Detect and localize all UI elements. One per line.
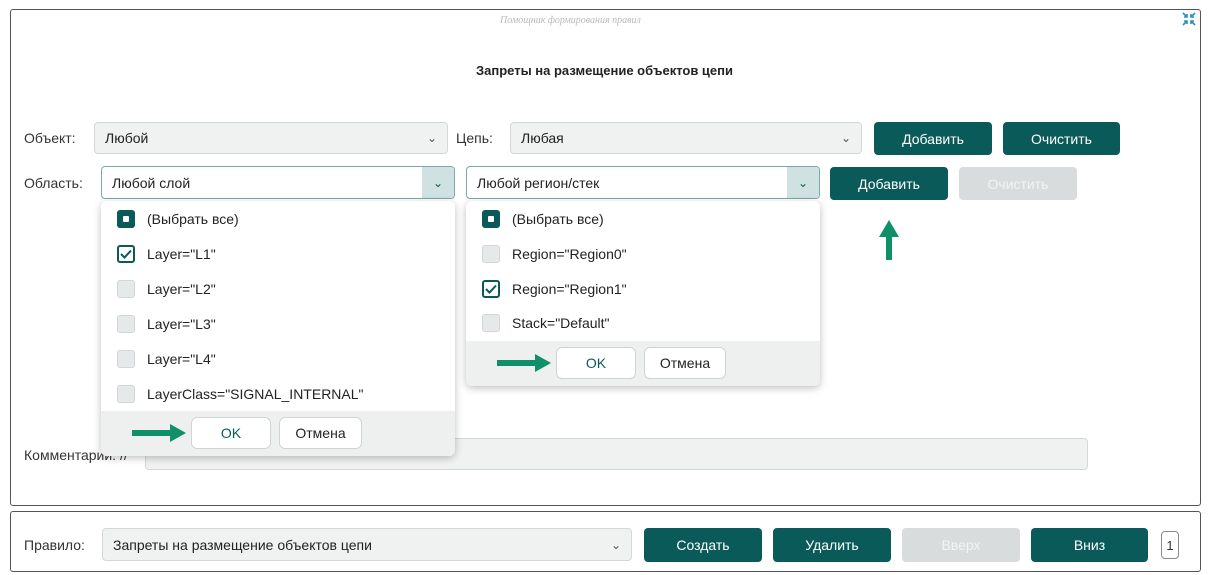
arrow-right-icon [132,424,186,442]
checkbox[interactable] [117,385,135,403]
net-select[interactable]: Любая ⌄ [510,122,862,154]
rule-select-value: Запреты на размещение объектов цепи [113,536,372,553]
object-label: Объект: [24,130,76,146]
area-label: Область: [24,175,83,191]
object-select-value: Любой [105,130,149,146]
region-select-value: Любой регион/стек [477,174,600,191]
checkbox[interactable] [117,350,135,368]
down-button[interactable]: Вниз [1031,528,1148,562]
chevron-down-icon: ⌄ [610,537,621,552]
chevron-down-icon: ⌄ [787,167,819,198]
layer-dropdown: (Выбрать все) Layer="L1" Layer="L2" Laye… [101,201,455,456]
clear-object-button[interactable]: Очистить [1003,122,1120,155]
checkbox-checked[interactable] [482,280,500,298]
arrow-up-icon [879,220,899,260]
object-select[interactable]: Любой ⌄ [94,122,448,154]
checkbox-checked[interactable] [117,245,135,263]
list-item[interactable]: Layer="L3" [101,307,455,341]
form-title: Запреты на размещение объектов цепи [475,63,734,78]
ok-button[interactable]: OK [556,347,636,379]
rule-label: Правило: [24,537,85,553]
checkbox[interactable] [117,280,135,298]
list-item[interactable]: Layer="L2" [101,272,455,306]
up-button: Вверх [902,528,1020,562]
chevron-down-icon: ⌄ [422,167,454,198]
clear-area-button: Очистить [959,167,1077,200]
layer-select[interactable]: Любой слой ⌄ [101,166,455,199]
list-item[interactable]: Region="Region1" [466,272,820,306]
list-item[interactable]: (Выбрать все) [101,202,455,236]
dropdown-footer: OK Отмена [466,341,820,386]
add-area-button[interactable]: Добавить [830,167,948,200]
rule-count-badge: 1 [1161,531,1179,559]
list-item[interactable]: Layer="L4" [101,342,455,376]
layer-select-value: Любой слой [112,174,191,191]
cancel-button[interactable]: Отмена [279,417,362,449]
create-button[interactable]: Создать [644,528,762,562]
checkbox-select-all[interactable] [117,210,135,228]
chevron-down-icon: ⌄ [840,131,851,145]
rule-select[interactable]: Запреты на размещение объектов цепи ⌄ [102,528,632,561]
cancel-button[interactable]: Отмена [644,347,726,379]
region-select[interactable]: Любой регион/стек ⌄ [466,166,820,199]
window-watermark: Помощник формирования правил [500,15,641,26]
list-item[interactable]: Layer="L1" [101,237,455,271]
collapse-arrows-icon[interactable] [1181,11,1197,27]
chevron-down-icon: ⌄ [426,131,437,145]
list-item[interactable]: Region="Region0" [466,237,820,271]
arrow-right-icon [497,354,551,372]
delete-button[interactable]: Удалить [773,528,891,562]
checkbox[interactable] [482,245,500,263]
checkbox[interactable] [117,315,135,333]
net-label: Цепь: [456,130,493,146]
region-dropdown: (Выбрать все) Region="Region0" Region="R… [466,201,820,386]
list-item[interactable]: LayerClass="SIGNAL_INTERNAL" [101,377,455,411]
add-object-button[interactable]: Добавить [874,122,992,155]
checkbox[interactable] [482,314,500,332]
list-item[interactable]: Stack="Default" [466,306,820,340]
net-select-value: Любая [521,130,564,146]
ok-button[interactable]: OK [191,417,271,449]
dropdown-footer: OK Отмена [101,411,455,456]
list-item[interactable]: (Выбрать все) [466,202,820,236]
checkbox-select-all[interactable] [482,210,500,228]
